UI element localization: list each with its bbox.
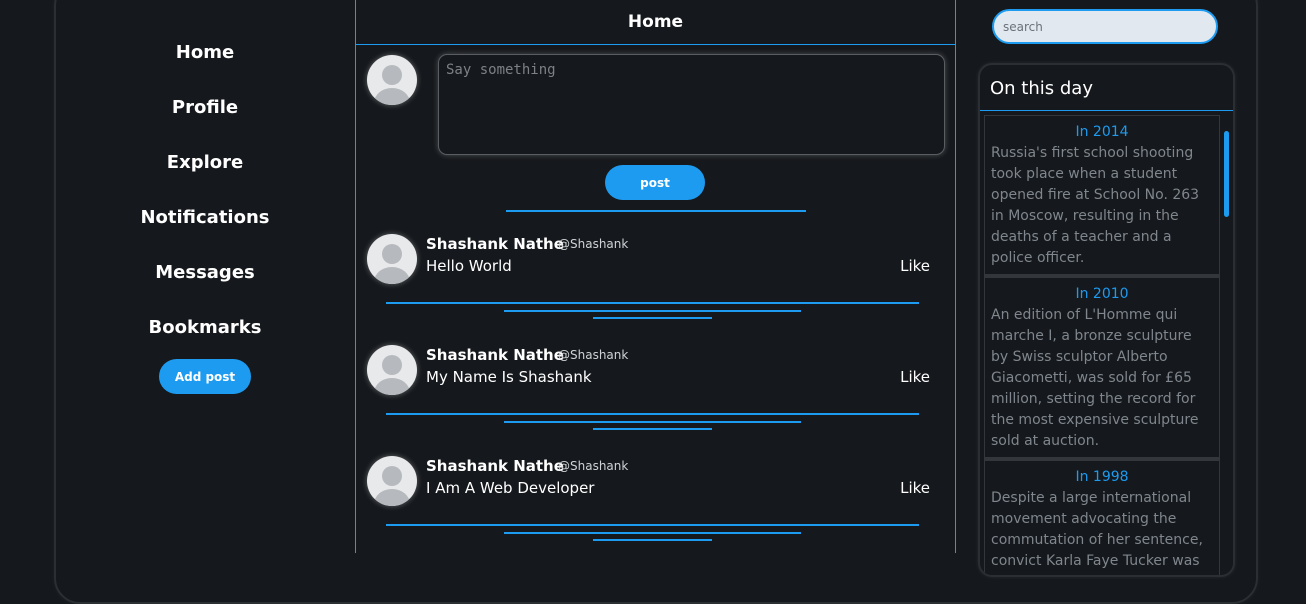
post-text: Hello World bbox=[426, 257, 512, 275]
like-button[interactable]: Like bbox=[900, 479, 930, 497]
avatar bbox=[367, 456, 417, 506]
divider bbox=[593, 539, 712, 541]
event-text: Russia's first school shooting took plac… bbox=[991, 145, 1200, 266]
divider bbox=[386, 302, 919, 304]
event-year: In 2014 bbox=[1075, 124, 1129, 140]
nav-profile[interactable]: Profile bbox=[56, 97, 354, 118]
user-icon bbox=[382, 355, 402, 375]
nav-explore[interactable]: Explore bbox=[56, 152, 354, 173]
divider bbox=[386, 413, 919, 415]
event-card: In 2010 An edition of L'Homme qui marche… bbox=[984, 277, 1220, 460]
post-item: Shashank Nathe @Shashank Hello World Lik… bbox=[356, 234, 955, 345]
post-author-handle: @Shashank bbox=[558, 237, 629, 251]
divider bbox=[386, 524, 919, 526]
user-icon bbox=[382, 466, 402, 486]
post-author-handle: @Shashank bbox=[558, 348, 629, 362]
event-text: An edition of L'Homme qui marche I, a br… bbox=[991, 307, 1199, 449]
avatar bbox=[367, 55, 417, 105]
scrollbar[interactable] bbox=[1224, 115, 1229, 575]
post-author-handle: @Shashank bbox=[558, 459, 629, 473]
divider bbox=[593, 317, 712, 319]
avatar bbox=[367, 345, 417, 395]
post-button[interactable]: post bbox=[605, 165, 705, 200]
post-text: I Am A Web Developer bbox=[426, 479, 595, 497]
event-year: In 1998 bbox=[1075, 469, 1129, 485]
post-item: Shashank Nathe @Shashank I Am A Web Deve… bbox=[356, 456, 955, 567]
post-text: My Name Is Shashank bbox=[426, 368, 592, 386]
like-button[interactable]: Like bbox=[900, 368, 930, 386]
user-icon bbox=[382, 65, 402, 85]
event-card: In 2014 Russia's first school shooting t… bbox=[984, 115, 1220, 277]
divider bbox=[506, 210, 806, 212]
nav-bookmarks[interactable]: Bookmarks bbox=[56, 317, 354, 338]
divider bbox=[504, 310, 801, 312]
scrollbar-thumb[interactable] bbox=[1224, 131, 1229, 217]
event-text: Despite a large international movement a… bbox=[991, 490, 1203, 575]
event-card: In 1998 Despite a large international mo… bbox=[984, 460, 1220, 575]
search-input[interactable] bbox=[992, 9, 1218, 44]
event-year: In 2010 bbox=[1075, 286, 1129, 302]
feed-column: Home post Shashank Nathe @Shashank Hello… bbox=[355, 0, 956, 553]
divider bbox=[504, 421, 801, 423]
nav-home[interactable]: Home bbox=[56, 42, 354, 63]
nav-notifications[interactable]: Notifications bbox=[56, 207, 354, 228]
compose-input[interactable] bbox=[438, 54, 945, 155]
page-title: Home bbox=[356, 0, 955, 45]
add-post-button[interactable]: Add post bbox=[159, 359, 251, 394]
post-author-name: Shashank Nathe bbox=[426, 235, 564, 253]
panel-title: On this day bbox=[980, 65, 1233, 111]
avatar bbox=[367, 234, 417, 284]
post-item: Shashank Nathe @Shashank My Name Is Shas… bbox=[356, 345, 955, 456]
post-author-name: Shashank Nathe bbox=[426, 457, 564, 475]
user-icon bbox=[382, 244, 402, 264]
divider bbox=[504, 532, 801, 534]
like-button[interactable]: Like bbox=[900, 257, 930, 275]
sidebar-nav: Home Profile Explore Notifications Messa… bbox=[56, 0, 354, 553]
nav-messages[interactable]: Messages bbox=[56, 262, 354, 283]
post-author-name: Shashank Nathe bbox=[426, 346, 564, 364]
divider bbox=[593, 428, 712, 430]
on-this-day-panel[interactable]: On this day In 2014 Russia's first schoo… bbox=[978, 63, 1235, 577]
